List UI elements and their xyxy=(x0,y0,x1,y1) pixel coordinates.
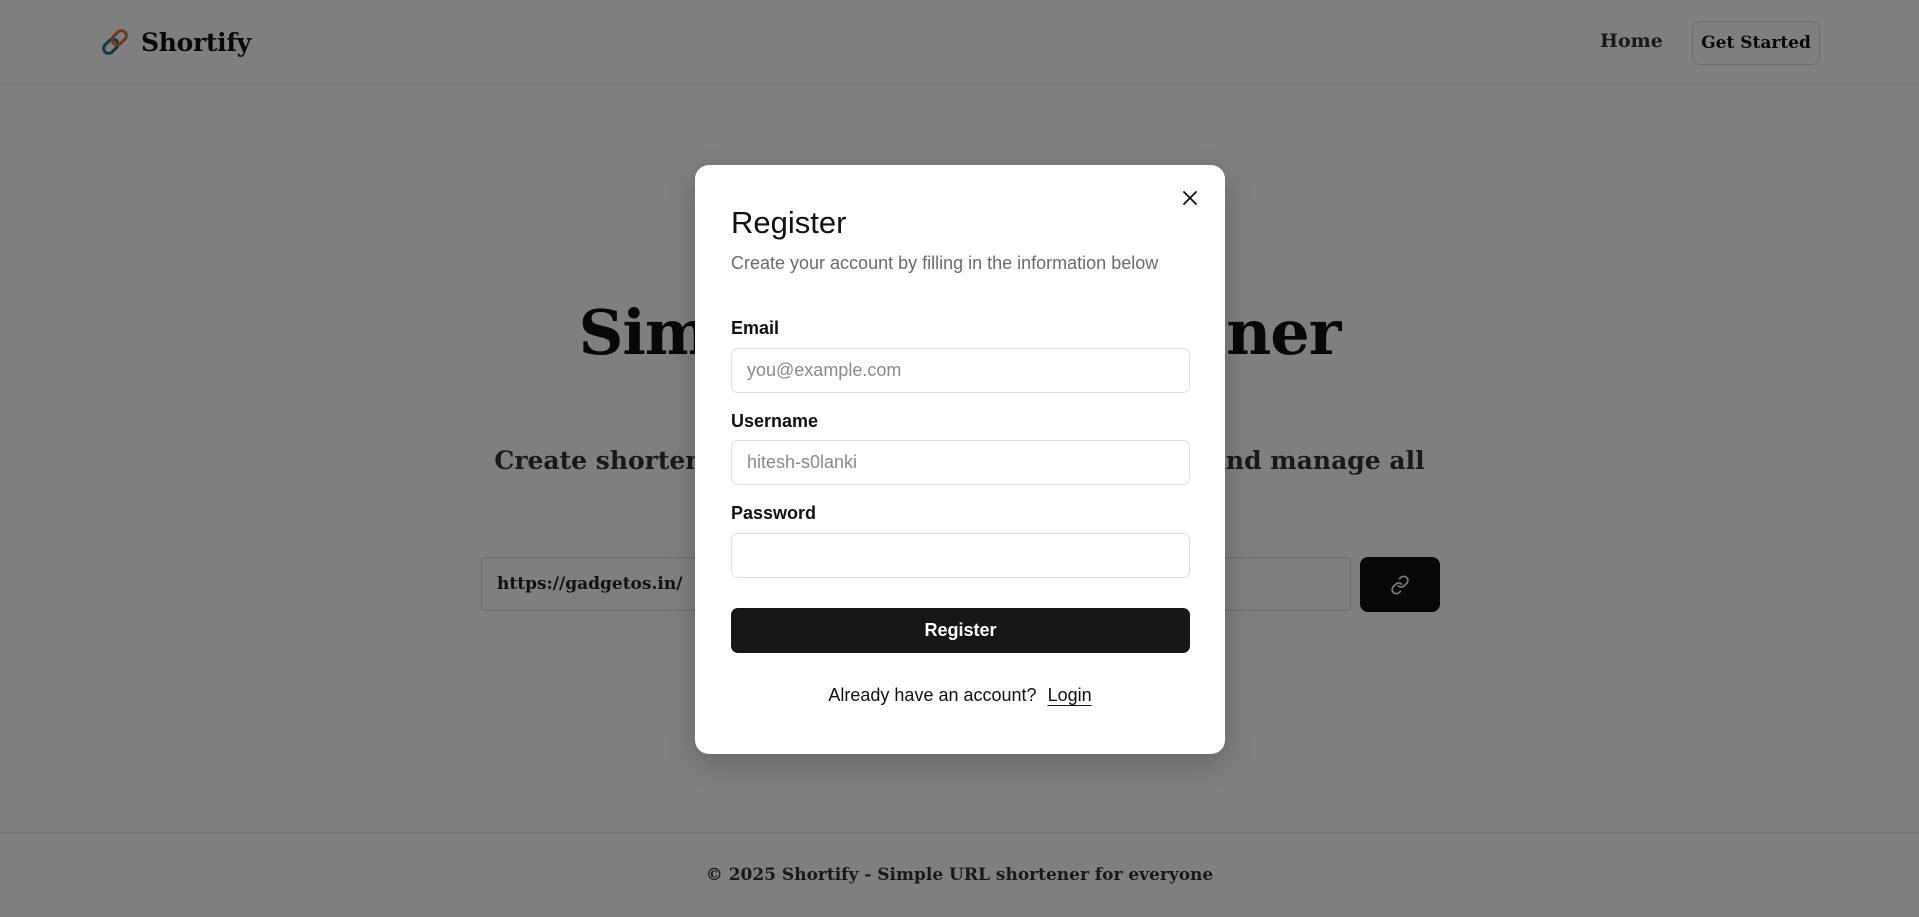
dialog-subtitle: Create your account by filling in the in… xyxy=(731,253,1159,273)
email-label: Email xyxy=(731,318,780,338)
login-prompt: Already have an account? xyxy=(828,685,1037,705)
email-field[interactable] xyxy=(731,348,1190,393)
password-field[interactable] xyxy=(731,533,1190,578)
username-field[interactable] xyxy=(731,440,1190,485)
close-icon xyxy=(1183,191,1197,205)
register-button[interactable]: Register xyxy=(731,608,1190,653)
login-link[interactable]: Login xyxy=(1048,685,1092,705)
dialog-title: Register xyxy=(731,205,847,240)
username-label: Username xyxy=(731,411,819,431)
register-dialog: Register Create your account by filling … xyxy=(695,165,1225,754)
password-label: Password xyxy=(731,503,817,523)
close-button[interactable] xyxy=(1177,185,1203,211)
login-prompt-row: Already have an account? Login xyxy=(695,685,1225,706)
